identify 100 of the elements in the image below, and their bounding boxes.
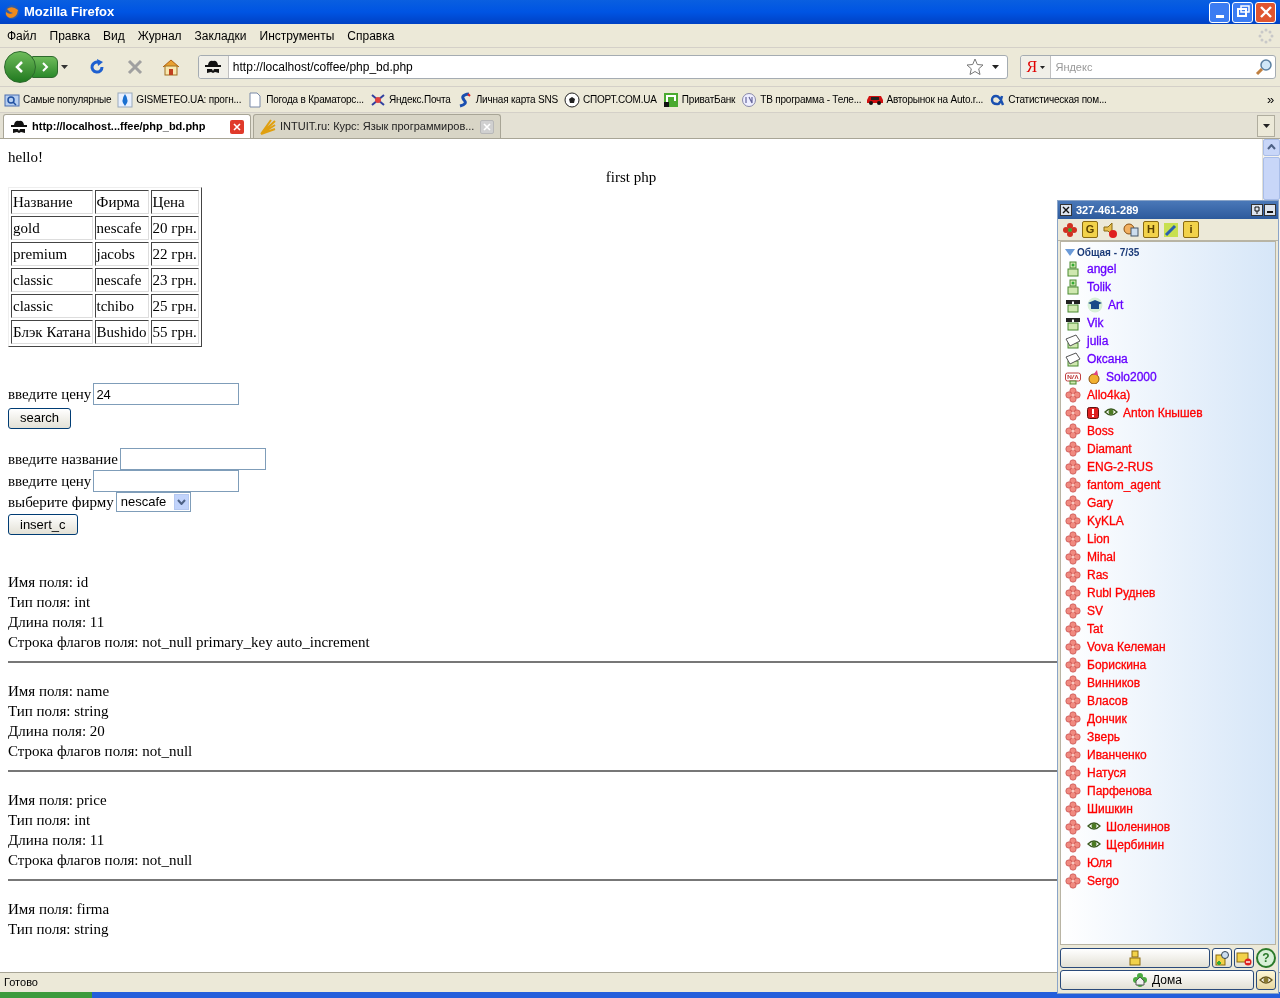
mail-icon [369, 91, 386, 108]
search-button[interactable]: search [8, 407, 72, 429]
bookmark-link[interactable]: Личная карта SNS [454, 91, 560, 108]
contact-name[interactable]: ENG-2-RUS [1087, 458, 1153, 476]
firm-dropdown[interactable]: nescafe [115, 491, 191, 512]
search-engine-button[interactable]: Я [1021, 56, 1052, 78]
toolbar-button[interactable]: H [1143, 221, 1159, 238]
contact-name[interactable]: Gary [1087, 494, 1113, 512]
bookmark-link[interactable]: Яндекс.Почта [367, 91, 453, 108]
contact-name[interactable]: Vova Келеман [1087, 638, 1166, 656]
menu-item[interactable]: Вид [98, 26, 130, 45]
bookmark-link[interactable]: Авторынок на Auto.r... [865, 92, 986, 107]
toolbar-button[interactable] [1122, 220, 1140, 239]
vertical-scrollbar[interactable] [1263, 139, 1280, 200]
toolbar-button[interactable] [1061, 220, 1079, 239]
contact-name[interactable]: Mihal [1087, 548, 1116, 566]
forward-button[interactable] [32, 56, 58, 78]
contact-name[interactable]: Tat [1087, 620, 1103, 638]
tab-title: http://localhost...ffee/php_bd.php [32, 119, 207, 135]
tab-close-button[interactable] [230, 119, 244, 134]
contact-name[interactable]: Иванченко [1087, 746, 1147, 764]
bookmark-link[interactable]: ПриватБанк [660, 91, 738, 108]
bookmarks-overflow-button[interactable]: » [1262, 89, 1278, 110]
contacts-button[interactable] [1060, 948, 1210, 968]
contact-name[interactable]: Парфенова [1087, 782, 1152, 800]
contact-name[interactable]: Оксана [1087, 350, 1128, 368]
menu-item[interactable]: Файл [2, 26, 42, 45]
contact-name[interactable]: Власов [1087, 692, 1128, 710]
price-field[interactable] [93, 469, 240, 492]
contact-name[interactable]: Vik [1087, 314, 1104, 332]
toolbar-button[interactable]: i [1183, 221, 1199, 238]
scroll-up-button[interactable] [1263, 139, 1280, 156]
contact-name[interactable]: Винников [1087, 674, 1141, 692]
menu-item[interactable]: Справка [342, 26, 400, 45]
contact-name[interactable]: Diamant [1087, 440, 1132, 458]
contact-name[interactable]: Борискина [1087, 656, 1147, 674]
find-user-button[interactable] [1212, 948, 1232, 968]
bookmark-link[interactable]: СПОРТ.COM.UA [562, 91, 659, 108]
toolbar-button[interactable] [1101, 220, 1119, 239]
flower-icon [1065, 495, 1081, 511]
insert-button[interactable]: insert_c [8, 514, 78, 535]
site-identity-button[interactable] [198, 56, 229, 78]
menu-item[interactable]: Инструменты [254, 26, 340, 45]
contact-name[interactable]: Anton Кнышев [1123, 404, 1203, 422]
address-bar[interactable]: http://localhost/coffee/php_bd.php [197, 55, 1009, 79]
browser-tab[interactable]: http://localhost...ffee/php_bd.php [3, 114, 251, 138]
close-button[interactable] [1060, 204, 1072, 216]
contact-name[interactable]: Lion [1087, 530, 1110, 548]
scrollbar-thumb[interactable] [1263, 156, 1280, 200]
status-button[interactable]: Дома [1060, 970, 1254, 990]
contact-name[interactable]: Шишкин [1087, 800, 1133, 818]
back-button[interactable] [4, 51, 36, 83]
contact-name[interactable]: Art [1108, 296, 1124, 314]
menu-item[interactable]: Закладки [189, 26, 252, 45]
name-field[interactable] [120, 447, 267, 470]
table-cell: 22 грн. [150, 242, 199, 266]
menu-item[interactable]: Журнал [132, 26, 187, 45]
contact-name[interactable]: Дончик [1087, 710, 1127, 728]
search-bar[interactable]: Я Яндекс [1020, 55, 1276, 79]
restore-button[interactable] [1232, 1, 1253, 23]
bookmark-link[interactable]: Самые популярные [2, 91, 114, 108]
minimize-button[interactable] [1264, 204, 1276, 216]
browser-tab[interactable]: INTUIT.ru: Курс: Язык программиров... [253, 114, 501, 138]
contact-name[interactable]: Ras [1087, 566, 1109, 584]
contact-name[interactable]: Шоленинов [1106, 818, 1171, 836]
help-button[interactable]: ? [1256, 948, 1276, 968]
menu-item[interactable]: Правка [44, 26, 96, 45]
table-cell: nescafe [94, 268, 149, 292]
toolbar-button[interactable] [1162, 220, 1180, 239]
contact-name[interactable]: Sergo [1087, 872, 1120, 890]
pin-button[interactable] [1251, 204, 1263, 216]
contact-name[interactable]: SV [1087, 602, 1103, 620]
price-field[interactable]: 24 [93, 383, 240, 405]
group-header[interactable]: Общая - 7/35 [1065, 244, 1275, 260]
contact-name[interactable]: fantom_agent [1087, 476, 1161, 494]
contact-name[interactable]: Юля [1087, 854, 1113, 872]
contact-name[interactable]: Tolik [1087, 278, 1111, 296]
flower-icon [1065, 711, 1081, 727]
remove-user-button[interactable] [1234, 948, 1254, 968]
bookmark-link[interactable]: Погода в Краматорс... [245, 91, 366, 108]
bookmark-link[interactable]: ТВ программа - Теле... [739, 91, 864, 108]
contact-name[interactable]: Rubl Руднев [1087, 584, 1156, 602]
contact-name[interactable]: julia [1087, 332, 1109, 350]
contact-name[interactable]: Натуся [1087, 764, 1127, 782]
contact-name[interactable]: KyKLA [1087, 512, 1124, 530]
bookmark-link[interactable]: Статистическая пом... [987, 91, 1109, 108]
contact-name[interactable]: Allo4ka) [1087, 386, 1131, 404]
contact-name[interactable]: angel [1087, 260, 1117, 278]
contact-name[interactable]: Зверь [1087, 728, 1121, 746]
flower-icon [1065, 549, 1081, 565]
contact-name[interactable]: Щербинин [1106, 836, 1165, 854]
privacy-button[interactable] [1256, 970, 1276, 990]
tab-list-button[interactable] [1257, 115, 1275, 137]
bookmark-link[interactable]: GISMETEO.UA: прогн... [115, 91, 244, 108]
toolbar-button[interactable]: G [1082, 221, 1098, 238]
flower-icon [1065, 639, 1081, 655]
contact-name[interactable]: Solo2000 [1106, 368, 1157, 386]
flower-icon [1065, 873, 1081, 889]
search-field[interactable]: Яндекс [1055, 58, 1255, 76]
contact-name[interactable]: Boss [1087, 422, 1114, 440]
